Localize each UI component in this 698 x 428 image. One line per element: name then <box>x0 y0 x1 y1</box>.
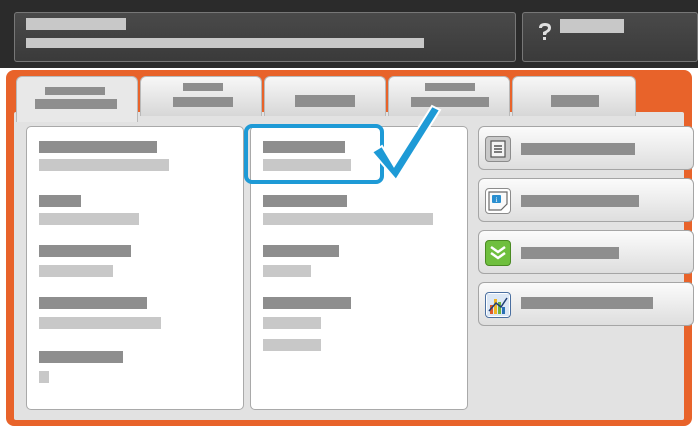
tab-2-label-line-1 <box>183 83 223 91</box>
title-text-placeholder <box>26 18 126 30</box>
selection-highlight[interactable] <box>244 124 384 184</box>
field-value <box>39 265 113 277</box>
tab-2[interactable] <box>140 76 262 116</box>
svg-text:i: i <box>496 196 498 204</box>
info-note-button[interactable]: i <box>478 178 694 222</box>
tab-3-label <box>295 95 355 107</box>
field-label <box>39 141 157 153</box>
field-label <box>263 297 351 309</box>
tab-5[interactable] <box>512 76 636 116</box>
field-label <box>263 195 347 207</box>
checkmark-icon <box>368 102 442 182</box>
field-value <box>39 317 161 329</box>
field-label <box>39 245 131 257</box>
field-value <box>39 159 169 171</box>
field-value <box>263 339 321 351</box>
document-list-icon <box>485 136 511 162</box>
field-value <box>39 371 49 383</box>
tab-1-label-line-2 <box>35 99 117 109</box>
info-note-label <box>521 195 639 207</box>
field-label <box>39 195 81 207</box>
download-label <box>521 247 619 259</box>
document-list-button[interactable] <box>478 126 694 170</box>
title-panel <box>14 12 516 62</box>
field-value <box>263 265 311 277</box>
tab-2-label-line-2 <box>173 97 233 107</box>
help-button[interactable] <box>522 12 698 62</box>
report-button[interactable] <box>478 282 694 326</box>
info-panel-left <box>26 126 244 410</box>
field-label <box>39 351 123 363</box>
field-value <box>39 213 139 225</box>
tab-5-label <box>551 95 599 107</box>
field-value <box>263 317 321 329</box>
info-note-icon: i <box>485 188 511 214</box>
download-button[interactable] <box>478 230 694 274</box>
field-value <box>263 213 433 225</box>
help-icon <box>536 22 554 42</box>
document-list-label <box>521 143 635 155</box>
report-label <box>521 297 653 309</box>
tab-1[interactable] <box>16 76 138 122</box>
download-arrows-icon <box>485 240 511 266</box>
field-label <box>39 297 147 309</box>
field-label <box>263 245 339 257</box>
help-label-placeholder <box>560 19 624 33</box>
subtitle-text-placeholder <box>26 38 424 48</box>
tab-1-label-line-1 <box>45 87 105 95</box>
bar-chart-icon <box>485 292 511 318</box>
tab-4-label-line-1 <box>425 83 475 91</box>
